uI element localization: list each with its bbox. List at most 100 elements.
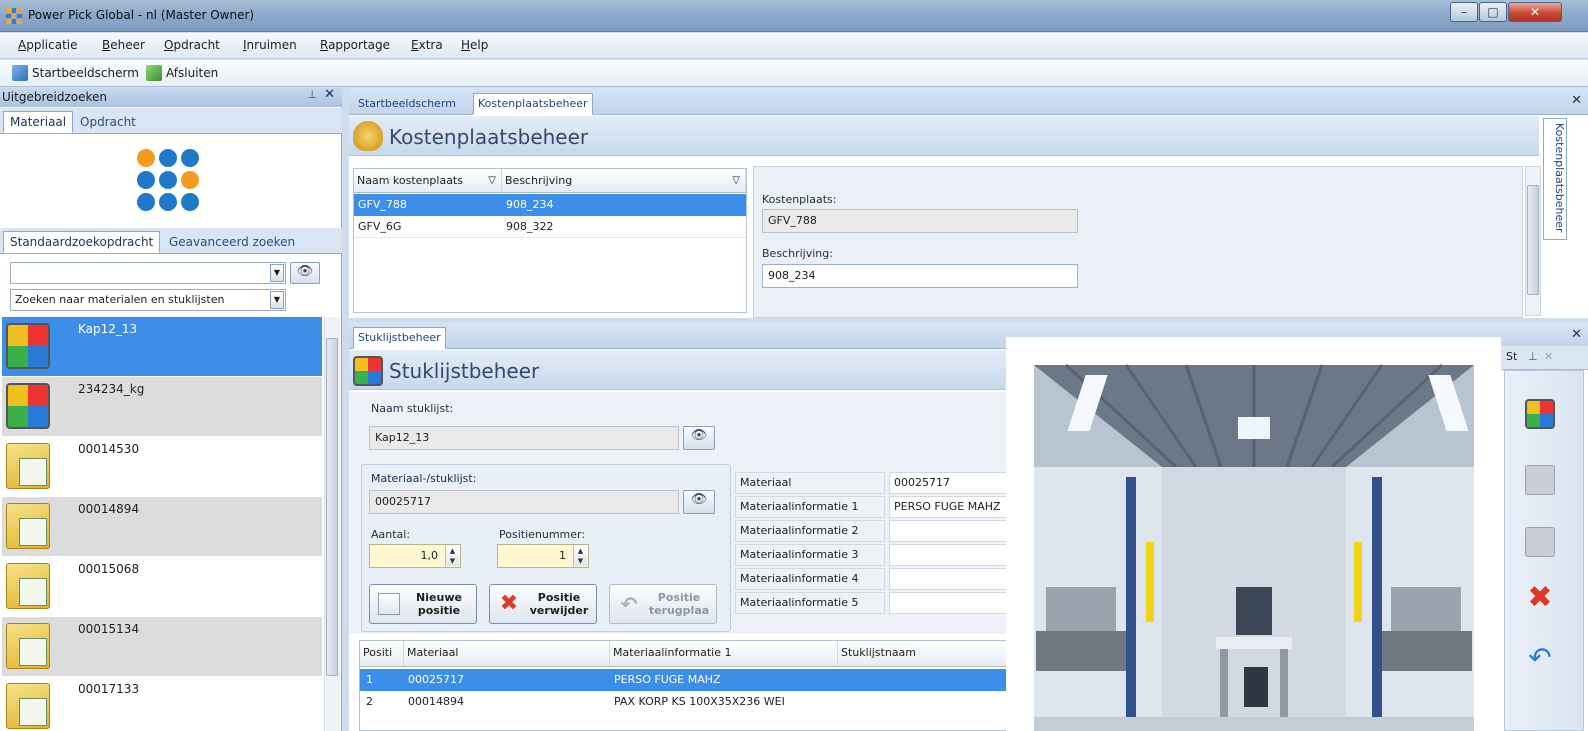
menu-rapportage[interactable]: Rapportage <box>320 38 390 52</box>
bom-cube-icon[interactable] <box>1525 399 1555 429</box>
list-item[interactable]: 00015134 <box>2 617 322 677</box>
warehouse-aisle-image <box>1034 363 1474 731</box>
material-folder-icon <box>6 503 50 549</box>
undo-icon[interactable]: ↶ <box>1525 643 1555 673</box>
tab-opdracht[interactable]: Opdracht <box>73 111 143 133</box>
cell-material: 00014894 <box>408 695 464 708</box>
tab-advanced-search[interactable]: Geavanceerd zoeken <box>162 231 302 253</box>
undo-icon: ↶ <box>620 592 638 616</box>
pin-icon[interactable]: ⊥ <box>307 88 317 101</box>
search-type-tabs: Materiaal Opdracht <box>0 108 342 134</box>
column-header-material[interactable]: Materiaal <box>404 641 610 666</box>
minimize-button[interactable]: – <box>1450 2 1478 22</box>
title-bar: Power Pick Global - nl (Master Owner) – … <box>0 0 1588 32</box>
tab-materiaal[interactable]: Materiaal <box>3 111 74 133</box>
list-item[interactable]: 00017133 <box>2 677 322 731</box>
restore-position-button[interactable]: ↶ Positie terugplaa <box>609 584 717 624</box>
material-field: 00025717 <box>369 490 679 514</box>
exit-button[interactable]: Afsluiten <box>146 64 218 82</box>
save-all-icon[interactable] <box>1525 465 1555 495</box>
menu-inruimen[interactable]: Inruimen <box>243 38 297 52</box>
exit-icon <box>146 65 162 81</box>
menu-opdracht[interactable]: Opdracht <box>164 38 220 52</box>
table-row[interactable]: 2 00014894 PAX KORP KS 100X35X236 WEI <box>360 691 1008 713</box>
right-action-strip: St ⊥ ✕ ✖ ↶ <box>1500 318 1588 731</box>
column-header-info1[interactable]: Materiaalinformatie 1 <box>610 641 838 666</box>
maximize-button[interactable]: □ <box>1479 2 1507 22</box>
list-item[interactable]: Kap12_13 <box>2 317 322 377</box>
button-line-2: positie <box>417 604 461 617</box>
position-number-label: Positienummer: <box>499 528 586 541</box>
column-header-bom-name[interactable]: Stuklijstnaam <box>838 641 1008 666</box>
search-binoculars-button[interactable]: 👁 <box>290 262 320 284</box>
button-line-2: verwijder <box>529 604 589 617</box>
search-panel-header: Uitgebreidzoeken <box>0 88 342 107</box>
tab-home-screen[interactable]: Startbeeldscherm <box>353 93 461 115</box>
column-header-position[interactable]: Positi <box>360 641 404 666</box>
list-item-label: 00015134 <box>78 622 140 636</box>
list-item[interactable]: 00014530 <box>2 437 322 497</box>
list-item-label: 00014894 <box>78 502 140 516</box>
home-screen-button[interactable]: Startbeeldscherm <box>12 64 139 82</box>
menu-beheer[interactable]: Beheer <box>102 38 145 52</box>
search-mode-value: Zoeken naar materialen en stuklijsten <box>15 293 225 306</box>
button-line-2: terugplaa <box>648 604 710 617</box>
pin-icon[interactable]: ⊥ <box>1528 350 1538 363</box>
list-item[interactable]: 00014894 <box>2 497 322 557</box>
quantity-stepper[interactable]: 1,0 ▲ ▼ <box>369 544 461 568</box>
new-position-button[interactable]: Nieuwe positie <box>369 584 477 624</box>
company-logo <box>133 147 203 217</box>
detail-scrollbar-thumb[interactable] <box>1527 185 1539 295</box>
tab-bom[interactable]: Stuklijstbeheer <box>353 327 446 349</box>
delete-icon[interactable]: ✖ <box>1525 583 1555 613</box>
material-lookup-button[interactable]: 👁 <box>683 490 715 514</box>
side-tab-label: Kostenplaatsbeheer <box>1553 123 1566 233</box>
info-value <box>889 544 1009 566</box>
list-item[interactable]: 00015068 <box>2 557 322 617</box>
search-mode-select[interactable]: Zoeken naar materialen en stuklijsten ▼ <box>10 289 286 311</box>
search-input[interactable]: ▼ <box>10 262 286 284</box>
table-row[interactable]: GFV_6G 908_322 <box>354 216 746 238</box>
description-field[interactable]: 908_234 <box>762 264 1078 288</box>
side-tab-cost-center[interactable]: Kostenplaatsbeheer <box>1543 118 1567 240</box>
info-value: 00025717 <box>889 472 1009 494</box>
list-item-label: 00014530 <box>78 442 140 456</box>
info-value: PERSO FUGE MAHZ <box>889 496 1009 518</box>
tab-standard-search[interactable]: Standaardzoekopdracht <box>3 231 161 253</box>
delete-position-button[interactable]: ✖ Positie verwijder <box>489 584 597 624</box>
chevron-down-icon[interactable]: ▼ <box>270 291 284 309</box>
warehouse-photo <box>1006 337 1501 731</box>
table-row[interactable]: 1 00025717 PERSO FUGE MAHZ <box>360 669 1008 691</box>
info-label: Materiaal <box>735 472 885 494</box>
column-header-name[interactable]: Naam kostenplaats ▽ <box>354 169 502 192</box>
filter-icon[interactable]: ▽ <box>732 169 740 192</box>
search-results-list: Kap12_13 234234_kg 00014530 00014894 000… <box>2 317 322 731</box>
list-item[interactable]: 234234_kg <box>2 377 322 437</box>
chevron-down-icon[interactable]: ▼ <box>270 264 284 282</box>
column-header-desc[interactable]: Beschrijving ▽ <box>502 169 746 192</box>
stepper-arrows-icon[interactable]: ▲ ▼ <box>573 546 587 566</box>
docked-panel-header: St ⊥ ✕ <box>1500 346 1588 370</box>
column-label: Beschrijving <box>505 174 573 187</box>
close-panel-icon[interactable]: ✕ <box>324 87 335 102</box>
results-scrollbar-thumb[interactable] <box>326 338 338 676</box>
position-number-stepper[interactable]: 1 ▲ ▼ <box>497 544 589 568</box>
menu-help[interactable]: Help <box>461 38 488 52</box>
cell-position: 2 <box>366 695 373 708</box>
tab-cost-center[interactable]: Kostenplaatsbeheer <box>473 93 593 115</box>
bom-title: Stuklijstbeheer <box>389 359 540 383</box>
list-item-label: Kap12_13 <box>78 322 138 336</box>
close-document-icon[interactable]: ✕ <box>1571 93 1582 108</box>
detail-scrollbar[interactable] <box>1525 166 1541 316</box>
menu-applicatie[interactable]: Applicatie <box>18 38 78 52</box>
bom-lookup-button[interactable]: 👁 <box>683 426 715 450</box>
menu-extra[interactable]: Extra <box>411 38 443 52</box>
table-row[interactable]: GFV_788 908_234 <box>354 194 746 216</box>
bom-cube-icon <box>6 383 50 429</box>
document-tabs: Startbeeldscherm Kostenplaatsbeheer ✕ <box>349 88 1588 115</box>
stepper-arrows-icon[interactable]: ▲ ▼ <box>445 546 459 566</box>
close-icon[interactable]: ✕ <box>1544 350 1553 363</box>
save-icon[interactable] <box>1525 527 1555 557</box>
filter-icon[interactable]: ▽ <box>488 169 496 192</box>
close-window-button[interactable]: ✕ <box>1508 2 1562 22</box>
